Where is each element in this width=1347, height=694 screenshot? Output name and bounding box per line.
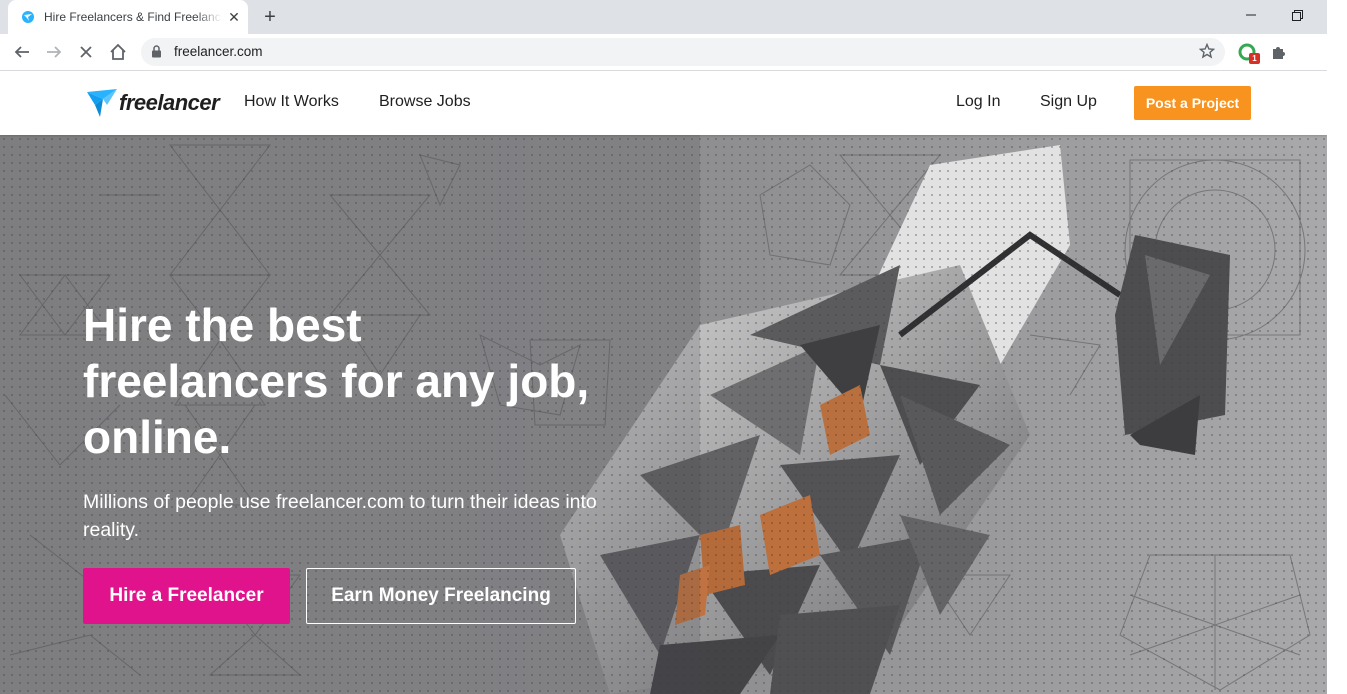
tab-title: Hire Freelancers & Find Freelance Jobs O… bbox=[44, 10, 222, 24]
home-icon bbox=[110, 43, 126, 60]
nav-log-in[interactable]: Log In bbox=[956, 93, 1000, 111]
extensions-puzzle-icon[interactable] bbox=[1270, 43, 1288, 66]
browser-window: Hire Freelancers & Find Freelance Jobs O… bbox=[0, 0, 1327, 694]
extension-icon[interactable]: 1 bbox=[1238, 43, 1260, 64]
hire-freelancer-button[interactable]: Hire a Freelancer bbox=[83, 568, 290, 624]
minimize-icon bbox=[1246, 14, 1256, 16]
restore-button[interactable] bbox=[1277, 0, 1317, 30]
logo-text: freelancer bbox=[119, 90, 220, 115]
hero-title: Hire the best freelancers for any job, o… bbox=[83, 297, 643, 465]
new-tab-button[interactable]: + bbox=[259, 6, 281, 28]
nav-how-it-works[interactable]: How It Works bbox=[244, 93, 339, 111]
restore-icon bbox=[1291, 9, 1303, 21]
address-bar[interactable]: freelancer.com bbox=[141, 38, 1225, 66]
tab-close-icon[interactable]: ✕ bbox=[226, 9, 242, 25]
bookmark-star-icon[interactable] bbox=[1198, 42, 1216, 64]
forward-arrow-icon bbox=[47, 46, 62, 58]
hero-title-line-1: Hire the best bbox=[83, 299, 362, 351]
nav-browse-jobs[interactable]: Browse Jobs bbox=[379, 93, 471, 111]
freelancer-bird-icon bbox=[87, 89, 117, 117]
browser-tab[interactable]: Hire Freelancers & Find Freelance Jobs O… bbox=[8, 0, 248, 34]
post-project-button[interactable]: Post a Project bbox=[1134, 86, 1251, 120]
stop-button[interactable] bbox=[73, 39, 99, 65]
extension-badge: 1 bbox=[1249, 53, 1260, 64]
back-arrow-icon bbox=[14, 46, 29, 58]
forward-button[interactable] bbox=[41, 39, 67, 65]
site-header: freelancer How It Works Browse Jobs Log … bbox=[0, 71, 1327, 135]
back-button[interactable] bbox=[9, 39, 35, 65]
freelancer-favicon-icon bbox=[20, 9, 36, 25]
browser-toolbar: freelancer.com 1 bbox=[0, 34, 1327, 71]
stop-x-icon bbox=[80, 46, 92, 58]
hero-section: Hire the best freelancers for any job, o… bbox=[0, 135, 1327, 694]
freelancer-logo[interactable]: freelancer bbox=[86, 85, 220, 121]
hero-title-line-3: online. bbox=[83, 411, 232, 463]
minimize-button[interactable] bbox=[1231, 0, 1271, 30]
lock-icon bbox=[151, 45, 162, 63]
hero-title-line-2: freelancers for any job, bbox=[83, 355, 590, 407]
tab-strip: Hire Freelancers & Find Freelance Jobs O… bbox=[0, 0, 1327, 34]
earn-money-button[interactable]: Earn Money Freelancing bbox=[306, 568, 576, 624]
home-button[interactable] bbox=[105, 39, 131, 65]
nav-sign-up[interactable]: Sign Up bbox=[1040, 93, 1097, 111]
hero-subtitle: Millions of people use freelancer.com to… bbox=[83, 491, 597, 541]
url-text: freelancer.com bbox=[174, 44, 263, 59]
